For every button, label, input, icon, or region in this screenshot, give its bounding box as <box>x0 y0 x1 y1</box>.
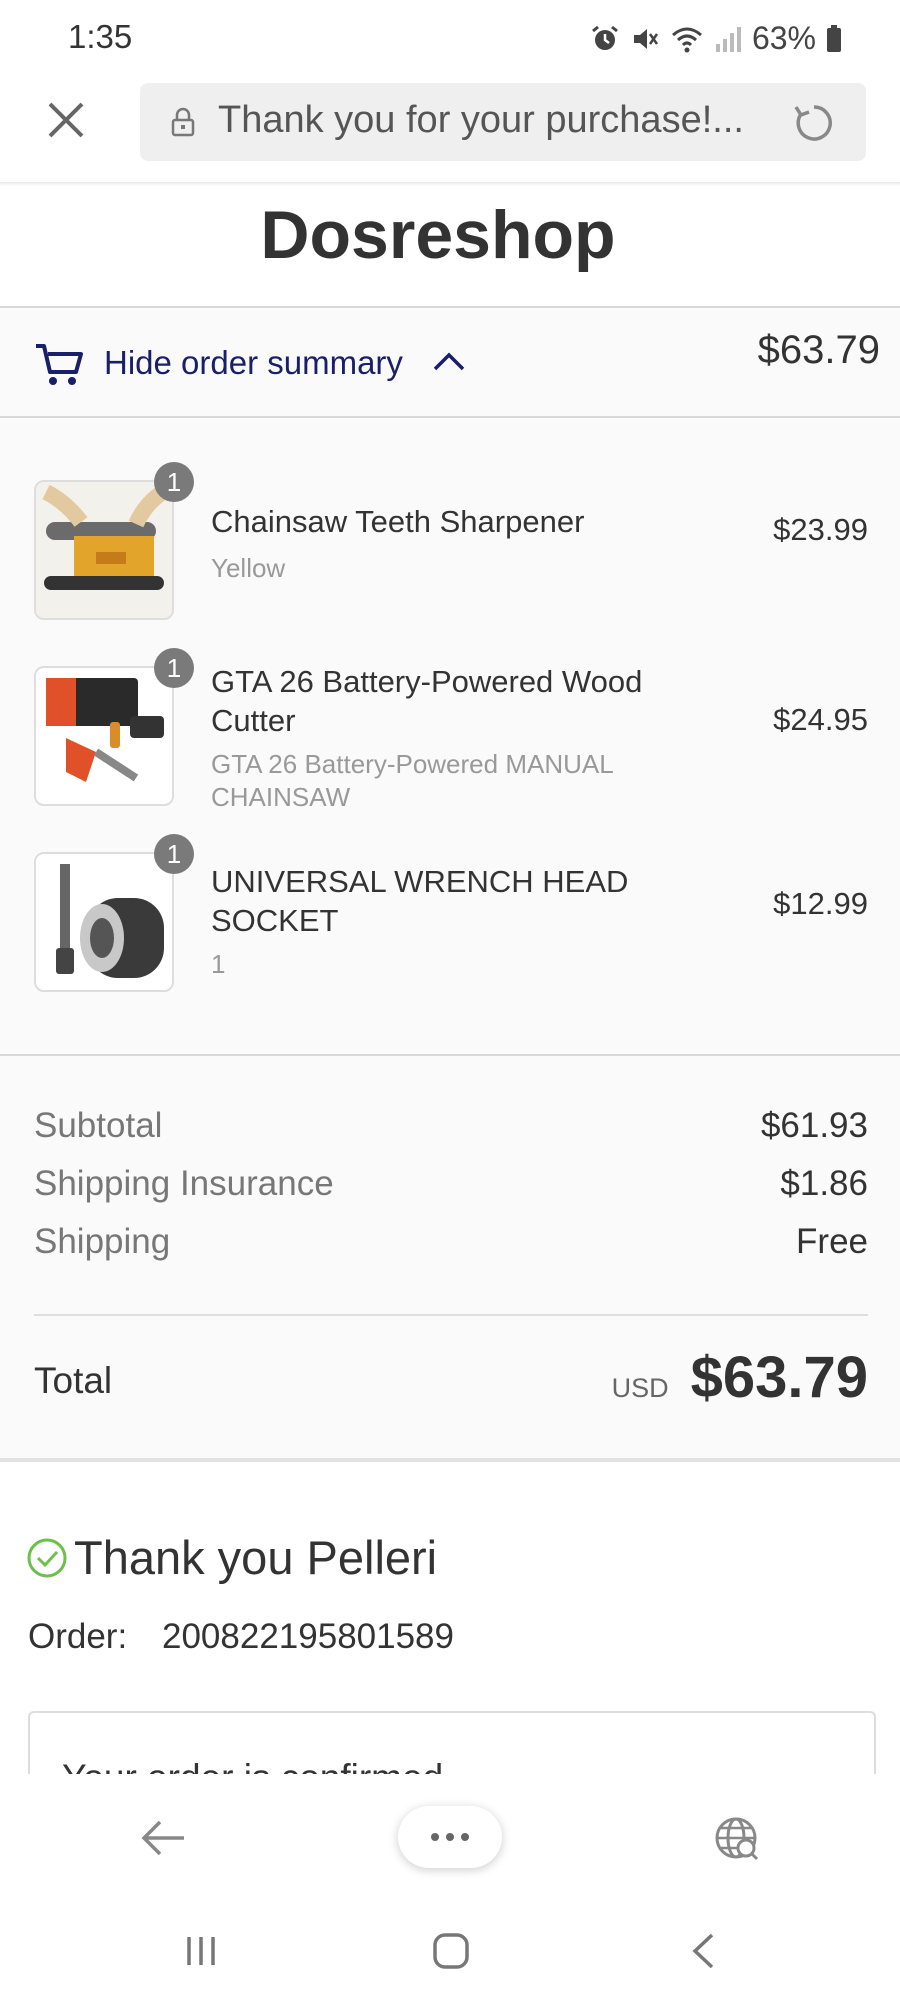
item-variant: Yellow <box>211 553 286 583</box>
subtotal-value: $61.93 <box>760 1106 868 1145</box>
list-item: 1 Chainsaw Teeth Sharpener Yellow $23.99 <box>0 462 900 638</box>
total-amount: $63.79 <box>690 1345 868 1410</box>
status-bar: 1:35 63% <box>0 0 900 74</box>
currency-code: USD <box>611 1373 669 1403</box>
item-price: $23.99 <box>773 512 868 547</box>
product-image <box>34 480 174 620</box>
quantity-badge: 1 <box>154 648 194 688</box>
toggle-label[interactable]: Hide order summary <box>104 344 403 382</box>
item-price: $12.99 <box>773 886 868 921</box>
order-summary-toggle[interactable]: Hide order summary $63.79 <box>0 308 900 416</box>
divider <box>0 1458 900 1462</box>
chevron-up-icon <box>433 352 465 371</box>
translate-globe-icon[interactable] <box>712 1814 762 1864</box>
quantity-badge: 1 <box>154 834 194 874</box>
alarm-icon <box>592 25 618 50</box>
list-item: 1 UNIVERSAL WRENCH HEAD SOCKET 1 $12.99 <box>0 834 900 1010</box>
item-name: Chainsaw Teeth Sharpener <box>211 504 585 539</box>
order-confirmed-box: Your order is confirmed <box>28 1711 876 1783</box>
shipping-label: Shipping <box>34 1222 171 1261</box>
insurance-value: $1.86 <box>780 1164 868 1203</box>
item-name: UNIVERSAL WRENCH HEAD SOCKET <box>211 864 629 938</box>
item-variant: 1 <box>211 949 226 979</box>
header-shadow <box>0 182 900 186</box>
wifi-icon <box>671 27 702 52</box>
recent-apps-icon[interactable] <box>184 1934 218 1968</box>
order-label: Order: <box>28 1617 128 1656</box>
battery-percent: 63% <box>751 20 816 56</box>
summary-total: $63.79 <box>757 328 880 372</box>
item-name: GTA 26 Battery-Powered Wood Cutter <box>211 664 643 738</box>
item-price: $24.95 <box>773 702 868 737</box>
signal-icon <box>715 26 741 52</box>
order-items: 1 Chainsaw Teeth Sharpener Yellow $23.99… <box>0 418 900 1054</box>
more-options-button[interactable] <box>398 1806 502 1868</box>
check-circle-icon <box>27 1538 67 1578</box>
close-icon <box>48 102 84 138</box>
shop-name: Dosreshop <box>260 197 616 273</box>
more-icon <box>431 1833 469 1841</box>
status-icons: 63% <box>590 20 842 57</box>
list-item: 1 GTA 26 Battery-Powered Wood Cutter GTA… <box>0 648 900 824</box>
mute-icon <box>633 28 658 49</box>
order-number: 200822195801589 <box>162 1617 454 1656</box>
lock-icon <box>171 107 195 137</box>
shipping-value: Free <box>796 1222 868 1261</box>
quantity-badge: 1 <box>154 462 194 502</box>
product-image <box>34 666 174 806</box>
status-time: 1:35 <box>68 18 133 55</box>
back-arrow-icon[interactable] <box>140 1818 186 1858</box>
close-button[interactable] <box>44 98 94 148</box>
url-bar[interactable]: Thank you for your purchase!... <box>140 83 866 161</box>
insurance-label: Shipping Insurance <box>34 1164 334 1203</box>
page-title: Thank you for your purchase!... <box>218 99 744 141</box>
system-back-icon[interactable] <box>690 1932 716 1970</box>
home-icon[interactable] <box>432 1932 470 1970</box>
grand-total: USD $63.79 <box>612 1344 868 1411</box>
total-label: Total <box>34 1360 113 1401</box>
cart-icon <box>36 344 83 385</box>
divider <box>34 1314 868 1316</box>
thank-you-title: Thank you Pelleri <box>74 1531 438 1584</box>
totals-section: Subtotal $61.93 Shipping Insurance $1.86… <box>0 1056 900 1460</box>
product-image <box>34 852 174 992</box>
reload-icon[interactable] <box>792 101 836 145</box>
battery-icon <box>827 24 841 52</box>
system-nav-bar <box>0 1900 900 2000</box>
item-variant: GTA 26 Battery-Powered MANUAL CHAINSAW <box>211 749 613 812</box>
browser-toolbar <box>0 1774 900 1900</box>
subtotal-label: Subtotal <box>34 1106 163 1145</box>
